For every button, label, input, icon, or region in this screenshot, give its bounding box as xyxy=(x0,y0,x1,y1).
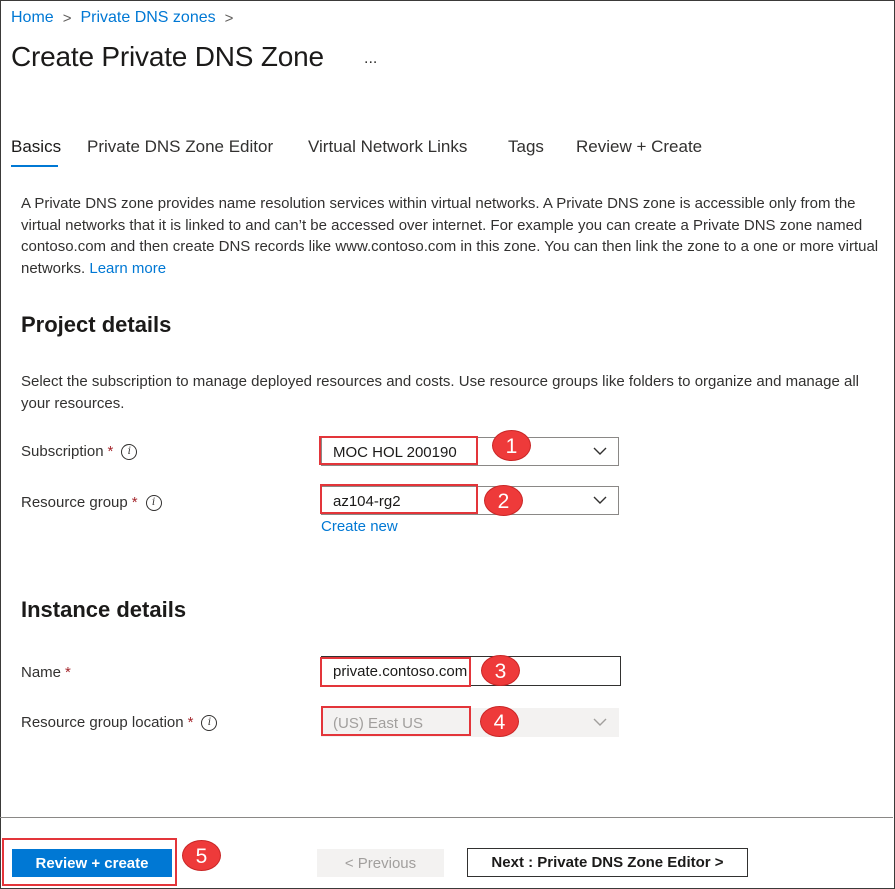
active-tab-indicator xyxy=(11,165,58,167)
resource-group-label-text: Resource group xyxy=(21,494,128,511)
highlight-box-subscription xyxy=(319,436,478,465)
tab-basics[interactable]: Basics xyxy=(11,137,61,157)
breadcrumb-private-dns-zones-link[interactable]: Private DNS zones xyxy=(80,9,215,27)
breadcrumb: Home > Private DNS zones > xyxy=(11,9,242,27)
create-new-resource-group-link[interactable]: Create new xyxy=(321,518,398,535)
info-icon[interactable]: i xyxy=(121,443,138,460)
step-badge-1: 1 xyxy=(492,430,531,461)
tab-review-create[interactable]: Review + Create xyxy=(576,137,702,157)
resource-group-location-label: Resource group location * i xyxy=(21,714,218,731)
tab-private-dns-zone-editor[interactable]: Private DNS Zone Editor xyxy=(87,137,273,157)
more-options-icon[interactable]: ... xyxy=(364,50,377,68)
review-create-button[interactable]: Review + create xyxy=(12,849,172,877)
step-badge-3: 3 xyxy=(481,655,520,686)
chevron-down-icon xyxy=(593,718,607,726)
breadcrumb-home-link[interactable]: Home xyxy=(11,9,54,27)
highlight-box-resource-group xyxy=(320,484,478,514)
info-icon[interactable]: i xyxy=(145,494,162,511)
highlight-box-name xyxy=(320,657,471,687)
project-details-heading: Project details xyxy=(21,312,172,337)
highlight-box-location xyxy=(321,706,471,736)
chevron-down-icon xyxy=(593,447,607,455)
tab-virtual-network-links[interactable]: Virtual Network Links xyxy=(308,137,467,157)
intro-description: A Private DNS zone provides name resolut… xyxy=(21,193,881,279)
required-asterisk: * xyxy=(187,714,194,731)
subscription-label: Subscription * i xyxy=(21,443,138,460)
tab-tags[interactable]: Tags xyxy=(508,137,544,157)
instance-details-heading: Instance details xyxy=(21,597,187,622)
chevron-right-icon: > xyxy=(224,9,234,27)
footer-divider xyxy=(0,817,893,818)
next-button[interactable]: Next : Private DNS Zone Editor > xyxy=(467,848,748,877)
required-asterisk: * xyxy=(65,664,71,681)
chevron-down-icon xyxy=(593,496,607,504)
info-icon[interactable]: i xyxy=(201,714,218,731)
required-asterisk: * xyxy=(131,494,138,511)
name-label-text: Name xyxy=(21,664,62,681)
resource-group-label: Resource group * i xyxy=(21,494,162,511)
name-label: Name * xyxy=(21,664,71,681)
previous-button[interactable]: < Previous xyxy=(317,849,444,877)
subscription-label-text: Subscription xyxy=(21,443,104,460)
step-badge-5: 5 xyxy=(182,840,221,871)
step-badge-4: 4 xyxy=(480,706,519,737)
page-title: Create Private DNS Zone xyxy=(11,41,324,72)
resource-group-location-label-text: Resource group location xyxy=(21,714,184,731)
required-asterisk: * xyxy=(107,443,114,460)
chevron-right-icon: > xyxy=(62,9,72,27)
project-details-description: Select the subscription to manage deploy… xyxy=(21,373,859,412)
learn-more-link[interactable]: Learn more xyxy=(89,260,166,277)
step-badge-2: 2 xyxy=(484,485,523,516)
